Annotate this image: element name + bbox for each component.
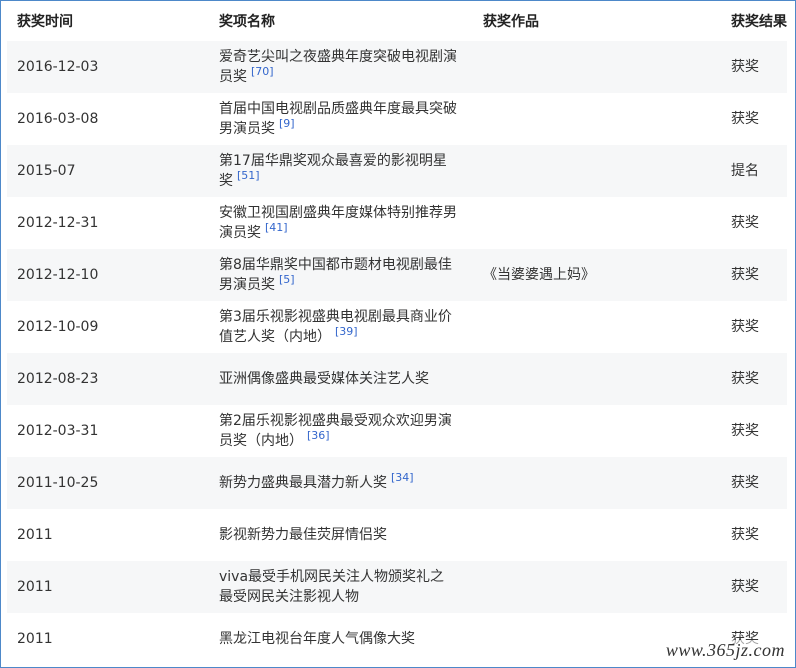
cell-result: 获奖: [721, 197, 787, 249]
award-name: 首届中国电视剧品质盛典年度最具突破男演员奖: [219, 101, 457, 137]
table-row: 2012-12-31 安徽卫视国剧盛典年度媒体特别推荐男演员奖 [41] 获奖: [7, 197, 787, 249]
cell-result: 获奖: [721, 41, 787, 93]
cell-time: 2016-03-08: [7, 93, 209, 145]
cell-award: 黑龙江电视台年度人气偶像大奖: [209, 613, 473, 665]
cell-award: 影视新势力最佳荧屏情侣奖: [209, 509, 473, 561]
cell-result: 获奖: [721, 249, 787, 301]
cell-result: 获奖: [721, 509, 787, 561]
cell-work: [473, 93, 721, 145]
cell-time: 2012-10-09: [7, 301, 209, 353]
cell-result: 获奖: [721, 457, 787, 509]
cell-time: 2011: [7, 613, 209, 665]
cell-work: [473, 405, 721, 457]
cell-result: 获奖: [721, 301, 787, 353]
award-name: 新势力盛典最具潜力新人奖: [219, 475, 387, 491]
award-name: 安徽卫视国剧盛典年度媒体特别推荐男演员奖: [219, 205, 457, 241]
cell-result: 获奖: [721, 405, 787, 457]
table-header: 获奖时间 奖项名称 获奖作品 获奖结果: [7, 1, 787, 41]
cell-award: 爱奇艺尖叫之夜盛典年度突破电视剧演员奖 [70]: [209, 41, 473, 93]
header-award: 奖项名称: [209, 1, 473, 41]
reference-link[interactable]: [39]: [335, 325, 358, 338]
reference-link[interactable]: [41]: [265, 221, 288, 234]
cell-work: [473, 301, 721, 353]
cell-result: 提名: [721, 145, 787, 197]
table-row: 2011 viva最受手机网民关注人物颁奖礼之最受网民关注影视人物 获奖: [7, 561, 787, 613]
cell-work: [473, 509, 721, 561]
cell-award: 第3届乐视影视盛典电视剧最具商业价值艺人奖（内地） [39]: [209, 301, 473, 353]
award-name: 亚洲偶像盛典最受媒体关注艺人奖: [219, 371, 429, 387]
table-body: 2016-12-03 爱奇艺尖叫之夜盛典年度突破电视剧演员奖 [70] 获奖 2016-…: [7, 41, 787, 665]
watermark: www.365jz.com: [663, 640, 787, 661]
table-row: 2012-08-23 亚洲偶像盛典最受媒体关注艺人奖 获奖: [7, 353, 787, 405]
cell-result: 获奖: [721, 93, 787, 145]
cell-work: [473, 145, 721, 197]
cell-award: 第2届乐视影视盛典最受观众欢迎男演员奖（内地） [36]: [209, 405, 473, 457]
cell-time: 2012-08-23: [7, 353, 209, 405]
cell-award: 首届中国电视剧品质盛典年度最具突破男演员奖 [9]: [209, 93, 473, 145]
cell-time: 2011: [7, 561, 209, 613]
reference-link[interactable]: [51]: [237, 169, 260, 182]
reference-link[interactable]: [36]: [307, 429, 330, 442]
cell-time: 2011-10-25: [7, 457, 209, 509]
cell-time: 2011: [7, 509, 209, 561]
cell-result: 获奖: [721, 353, 787, 405]
cell-time: 2016-12-03: [7, 41, 209, 93]
cell-time: 2015-07: [7, 145, 209, 197]
reference-link[interactable]: [9]: [279, 117, 295, 130]
reference-link[interactable]: [70]: [251, 65, 274, 78]
award-name: 黑龙江电视台年度人气偶像大奖: [219, 631, 415, 647]
table-row: 2012-03-31 第2届乐视影视盛典最受观众欢迎男演员奖（内地） [36] 获奖: [7, 405, 787, 457]
award-name: 第8届华鼎奖中国都市题材电视剧最佳男演员奖: [219, 257, 452, 293]
cell-work: 《当婆婆遇上妈》: [473, 249, 721, 301]
cell-work: [473, 41, 721, 93]
cell-award: 安徽卫视国剧盛典年度媒体特别推荐男演员奖 [41]: [209, 197, 473, 249]
table-row: 2011 影视新势力最佳荧屏情侣奖 获奖: [7, 509, 787, 561]
header-work: 获奖作品: [473, 1, 721, 41]
cell-award: viva最受手机网民关注人物颁奖礼之最受网民关注影视人物: [209, 561, 473, 613]
cell-award: 亚洲偶像盛典最受媒体关注艺人奖: [209, 353, 473, 405]
table-row: 2016-03-08 首届中国电视剧品质盛典年度最具突破男演员奖 [9] 获奖: [7, 93, 787, 145]
cell-award: 第17届华鼎奖观众最喜爱的影视明星奖 [51]: [209, 145, 473, 197]
cell-time: 2012-12-31: [7, 197, 209, 249]
table-row: 2015-07 第17届华鼎奖观众最喜爱的影视明星奖 [51] 提名: [7, 145, 787, 197]
reference-link[interactable]: [5]: [279, 273, 295, 286]
award-name: 第2届乐视影视盛典最受观众欢迎男演员奖（内地）: [219, 413, 452, 449]
award-name: 影视新势力最佳荧屏情侣奖: [219, 527, 387, 543]
table-row: 2011-10-25 新势力盛典最具潜力新人奖 [34] 获奖: [7, 457, 787, 509]
table-row: 2012-10-09 第3届乐视影视盛典电视剧最具商业价值艺人奖（内地） [39] 获…: [7, 301, 787, 353]
cell-work: [473, 457, 721, 509]
cell-time: 2012-12-10: [7, 249, 209, 301]
cell-award: 第8届华鼎奖中国都市题材电视剧最佳男演员奖 [5]: [209, 249, 473, 301]
table-row: 2012-12-10 第8届华鼎奖中国都市题材电视剧最佳男演员奖 [5] 《当婆婆遇上…: [7, 249, 787, 301]
cell-work: [473, 561, 721, 613]
award-name: viva最受手机网民关注人物颁奖礼之最受网民关注影视人物: [219, 569, 445, 605]
header-result: 获奖结果: [721, 1, 787, 41]
awards-table-frame: 获奖时间 奖项名称 获奖作品 获奖结果 2016-12-03 爱奇艺尖叫之夜盛典年…: [0, 0, 796, 668]
reference-link[interactable]: [34]: [391, 471, 414, 484]
cell-work: [473, 197, 721, 249]
cell-time: 2012-03-31: [7, 405, 209, 457]
header-time: 获奖时间: [7, 1, 209, 41]
cell-work: [473, 353, 721, 405]
awards-table: 获奖时间 奖项名称 获奖作品 获奖结果 2016-12-03 爱奇艺尖叫之夜盛典年…: [7, 1, 787, 665]
cell-award: 新势力盛典最具潜力新人奖 [34]: [209, 457, 473, 509]
table-row: 2016-12-03 爱奇艺尖叫之夜盛典年度突破电视剧演员奖 [70] 获奖: [7, 41, 787, 93]
header-row: 获奖时间 奖项名称 获奖作品 获奖结果: [7, 1, 787, 41]
cell-result: 获奖: [721, 561, 787, 613]
